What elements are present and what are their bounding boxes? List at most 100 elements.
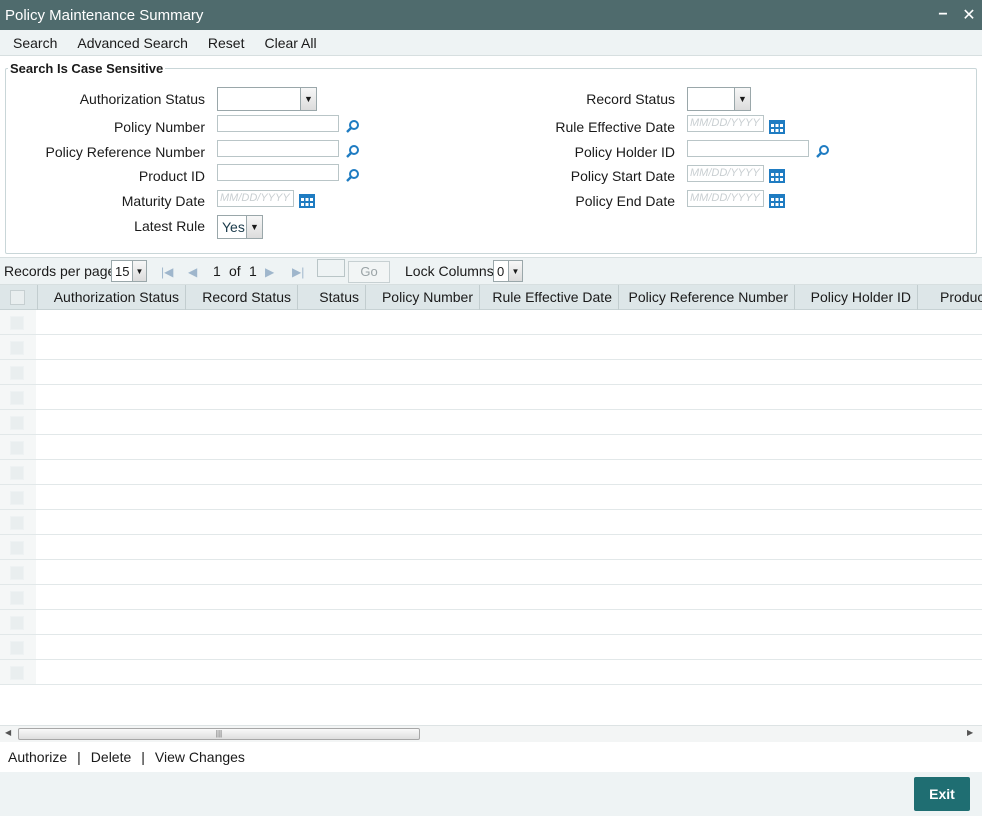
column-header-product[interactable]: Product <box>918 285 982 310</box>
table-row[interactable] <box>0 460 982 485</box>
maturity-date-input[interactable]: MM/DD/YYYY <box>217 190 294 207</box>
separator: | <box>141 749 145 765</box>
scroll-right-icon[interactable]: ▶ <box>967 728 973 737</box>
previous-page-icon[interactable]: ◀ <box>188 265 197 279</box>
delete-link[interactable]: Delete <box>91 749 131 765</box>
row-checkbox[interactable] <box>10 591 24 605</box>
grid-header: Authorization Status Record Status Statu… <box>0 285 982 310</box>
lock-columns-label: Lock Columns <box>405 263 494 279</box>
row-checkbox[interactable] <box>10 341 24 355</box>
lock-columns-select[interactable]: 0 ▼ <box>493 260 523 282</box>
horizontal-scrollbar[interactable]: ◀ ||| ▶ <box>0 725 982 742</box>
view-changes-link[interactable]: View Changes <box>155 749 245 765</box>
policy-holder-id-input[interactable] <box>687 140 809 157</box>
row-checkbox[interactable] <box>10 366 24 380</box>
table-row[interactable] <box>0 585 982 610</box>
search-icon[interactable] <box>815 144 831 160</box>
authorization-status-select[interactable]: ▼ <box>217 87 317 111</box>
row-checkbox[interactable] <box>10 316 24 330</box>
table-row[interactable] <box>0 385 982 410</box>
policy-holder-id-label: Policy Holder ID <box>574 144 675 160</box>
product-id-input[interactable] <box>217 164 339 181</box>
table-row[interactable] <box>0 360 982 385</box>
latest-rule-select[interactable]: Yes ▼ <box>217 215 263 239</box>
row-checkbox[interactable] <box>10 441 24 455</box>
policy-reference-number-label: Policy Reference Number <box>45 144 205 160</box>
search-icon[interactable] <box>345 119 361 135</box>
authorize-link[interactable]: Authorize <box>8 749 67 765</box>
records-per-page-label: Records per page <box>4 263 116 279</box>
calendar-icon[interactable] <box>768 192 786 209</box>
column-header-status[interactable]: Status <box>298 285 366 310</box>
table-row[interactable] <box>0 635 982 660</box>
maturity-date-label: Maturity Date <box>121 193 205 209</box>
column-header-rule-effective-date[interactable]: Rule Effective Date <box>480 285 619 310</box>
row-checkbox[interactable] <box>10 641 24 655</box>
row-checkbox[interactable] <box>10 566 24 580</box>
records-per-page-select[interactable]: 15 ▼ <box>111 260 147 282</box>
total-pages: 1 <box>249 263 257 279</box>
row-checkbox[interactable] <box>10 516 24 530</box>
scrollbar-thumb[interactable]: ||| <box>18 728 420 740</box>
table-row[interactable] <box>0 510 982 535</box>
next-page-icon[interactable]: ▶ <box>265 265 274 279</box>
product-id-label: Product ID <box>138 168 205 184</box>
column-header-policy-number[interactable]: Policy Number <box>366 285 480 310</box>
row-checkbox[interactable] <box>10 491 24 505</box>
table-row[interactable] <box>0 335 982 360</box>
exit-button[interactable]: Exit <box>914 777 970 811</box>
row-checkbox[interactable] <box>10 541 24 555</box>
policy-reference-number-input[interactable] <box>217 140 339 157</box>
calendar-icon[interactable] <box>768 118 786 135</box>
latest-rule-label: Latest Rule <box>134 218 205 234</box>
select-all-header <box>0 285 38 310</box>
search-menu-item[interactable]: Search <box>3 35 67 51</box>
close-button[interactable]: ✕ <box>956 0 982 30</box>
search-icon[interactable] <box>345 144 361 160</box>
scroll-left-icon[interactable]: ◀ <box>5 728 11 737</box>
table-row[interactable] <box>0 485 982 510</box>
column-header-record-status[interactable]: Record Status <box>186 285 298 310</box>
table-row[interactable] <box>0 560 982 585</box>
clear-all-menu-item[interactable]: Clear All <box>254 35 326 51</box>
table-row[interactable] <box>0 310 982 335</box>
of-label: of <box>229 263 241 279</box>
row-checkbox[interactable] <box>10 666 24 680</box>
calendar-icon[interactable] <box>768 167 786 184</box>
chevron-down-icon: ▼ <box>132 261 146 281</box>
table-row[interactable] <box>0 410 982 435</box>
policy-end-date-input[interactable]: MM/DD/YYYY <box>687 190 764 207</box>
minimize-button[interactable]: − <box>930 0 956 30</box>
policy-end-date-label: Policy End Date <box>575 193 675 209</box>
rule-effective-date-input[interactable]: MM/DD/YYYY <box>687 115 764 132</box>
table-row[interactable] <box>0 660 982 685</box>
last-page-icon[interactable]: ▶| <box>292 265 304 279</box>
row-checkbox[interactable] <box>10 466 24 480</box>
results-grid: Authorization Status Record Status Statu… <box>0 285 982 725</box>
chevron-down-icon: ▼ <box>246 216 262 238</box>
search-icon[interactable] <box>345 168 361 184</box>
table-row[interactable] <box>0 435 982 460</box>
column-header-policy-holder-id[interactable]: Policy Holder ID <box>795 285 918 310</box>
row-checkbox[interactable] <box>10 616 24 630</box>
row-checkbox[interactable] <box>10 416 24 430</box>
first-page-icon[interactable]: |◀ <box>161 265 173 279</box>
lock-columns-value: 0 <box>497 264 505 279</box>
footer-bar <box>0 772 982 816</box>
column-header-authorization-status[interactable]: Authorization Status <box>38 285 186 310</box>
policy-start-date-input[interactable]: MM/DD/YYYY <box>687 165 764 182</box>
reset-menu-item[interactable]: Reset <box>198 35 255 51</box>
column-header-policy-reference-number[interactable]: Policy Reference Number <box>619 285 795 310</box>
table-row[interactable] <box>0 535 982 560</box>
policy-number-label: Policy Number <box>113 119 205 135</box>
table-row[interactable] <box>0 610 982 635</box>
select-all-checkbox[interactable] <box>10 290 25 305</box>
go-button[interactable]: Go <box>348 261 390 283</box>
row-checkbox[interactable] <box>10 391 24 405</box>
record-status-select[interactable]: ▼ <box>687 87 751 111</box>
advanced-search-menu-item[interactable]: Advanced Search <box>67 35 198 51</box>
policy-number-input[interactable] <box>217 115 339 132</box>
menu-bar: Search Advanced Search Reset Clear All <box>0 30 982 56</box>
calendar-icon[interactable] <box>298 192 316 209</box>
page-number-input[interactable] <box>317 259 345 277</box>
